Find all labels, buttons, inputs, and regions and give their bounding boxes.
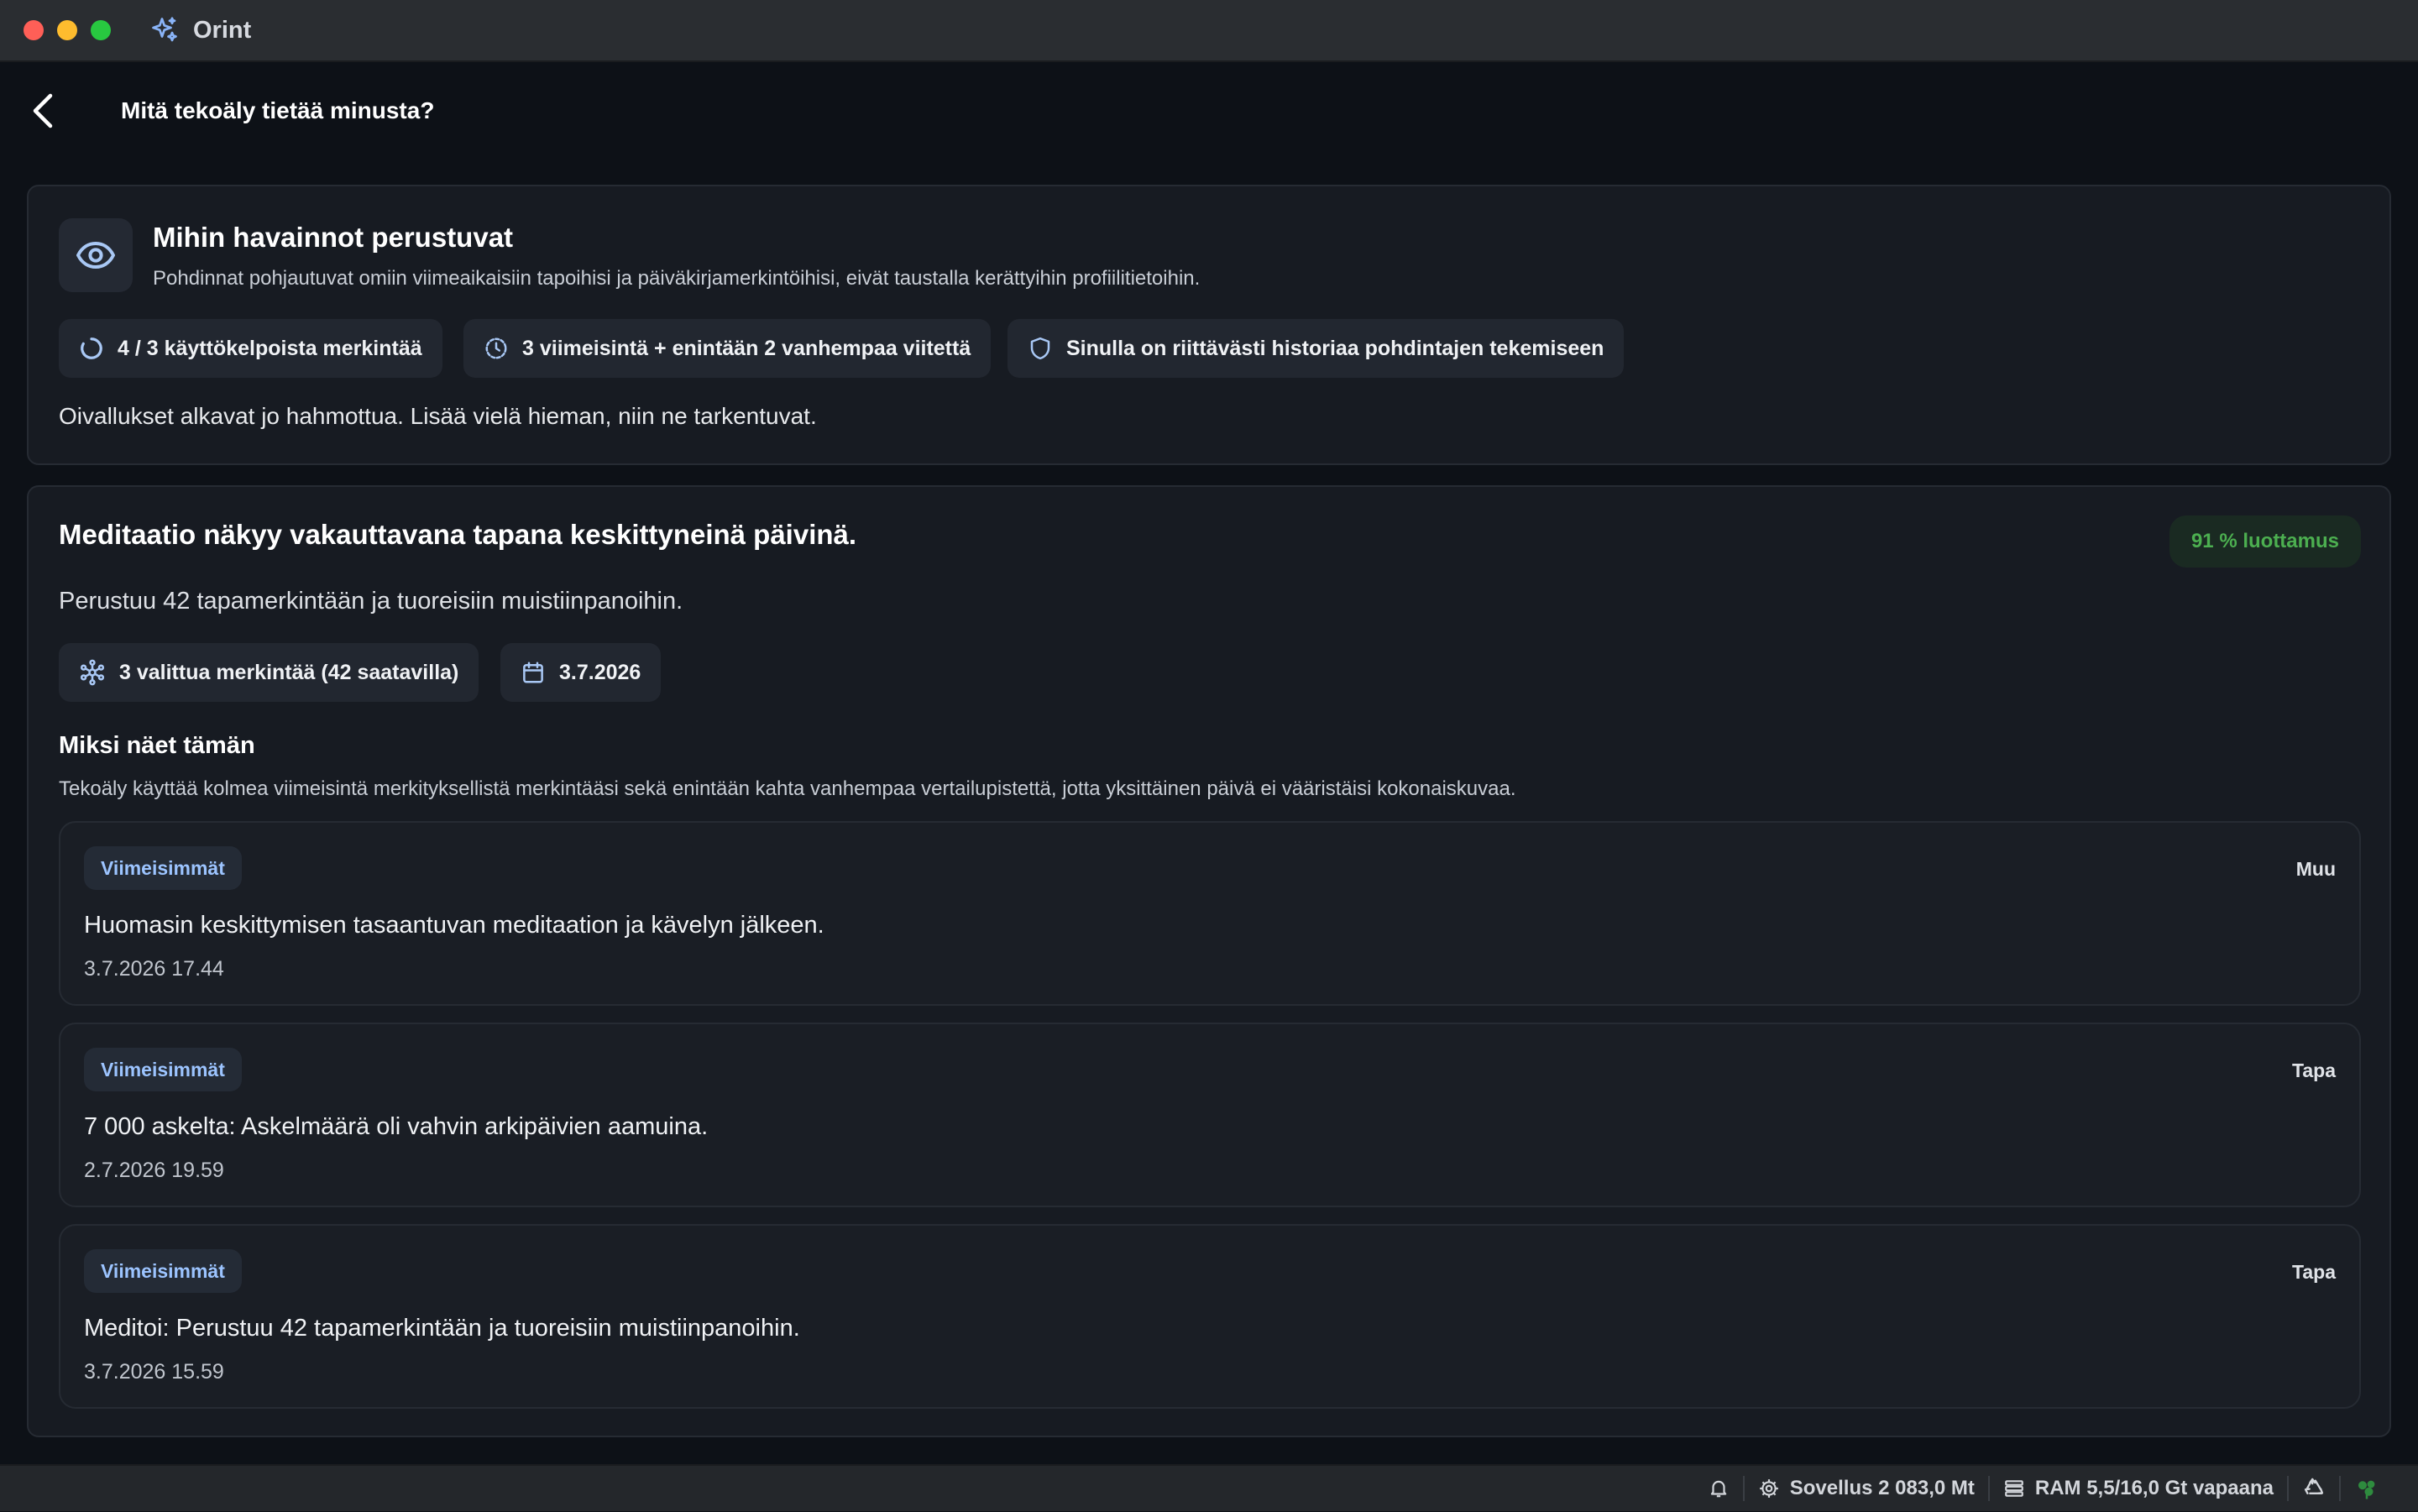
memory-stack-icon	[2005, 1480, 2023, 1497]
basis-subtitle: Pohdinnat pohjautuvat omiin viimeaikaisi…	[153, 267, 1201, 290]
page-title: Mitä tekoäly tietää minusta?	[121, 97, 435, 123]
notifications-button[interactable]	[1694, 1465, 1743, 1512]
why-text: Tekoäly käyttää kolmea viimeisintä merki…	[59, 777, 1516, 800]
chip-label: 3 viimeisintä + enintään 2 vanhempaa vii…	[522, 336, 971, 360]
basis-message: Oivallukset alkavat jo hahmottua. Lisää …	[59, 403, 817, 429]
entry-date: 3.7.2026 17.44	[84, 957, 224, 981]
entry-text: Meditoi: Perustuu 42 tapamerkintään ja t…	[84, 1315, 800, 1342]
usable-entries-chip: 4 / 3 käyttökelpoista merkintää	[59, 319, 442, 378]
zoom-window-button[interactable]	[91, 20, 111, 40]
network-icon	[80, 659, 105, 686]
list-item[interactable]: Viimeisimmät Tapa Meditoi: Perustuu 42 t…	[59, 1224, 2361, 1409]
entry-text: 7 000 askelta: Askelmäärä oli vahvin ark…	[84, 1113, 709, 1140]
ram-label: RAM 5,5/16,0 Gt vapaana	[2034, 1477, 2274, 1499]
window-controls	[24, 20, 111, 40]
entry-date: 3.7.2026 15.59	[84, 1360, 224, 1384]
progress-ring-icon	[81, 337, 102, 359]
shield-icon	[1030, 337, 1050, 360]
entry-tag: Viimeisimmät	[84, 1048, 242, 1091]
insight-description: Perustuu 42 tapamerkintään ja tuoreisiin…	[59, 588, 683, 615]
calendar-icon	[523, 662, 543, 683]
history-status-chip: Sinulla on riittävästi historiaa pohdint…	[1008, 319, 1625, 378]
date-chip: 3.7.2026	[500, 643, 662, 702]
list-item[interactable]: Viimeisimmät Muu Huomasin keskittymisen …	[59, 821, 2361, 1006]
chevron-left-icon	[33, 93, 53, 128]
references-chip: 3 viimeisintä + enintään 2 vanhempaa vii…	[463, 319, 992, 378]
confidence-badge: 91 % luottamus	[2169, 515, 2361, 568]
app-name: Orint	[193, 16, 252, 44]
back-button[interactable]	[30, 89, 64, 133]
eye-icon	[59, 218, 133, 292]
window-titlebar: Orint	[0, 0, 2418, 62]
basis-title: Mihin havainnot perustuvat	[153, 222, 514, 253]
chip-label: Sinulla on riittävästi historiaa pohdint…	[1066, 336, 1604, 360]
minimize-window-button[interactable]	[57, 20, 77, 40]
ram-status: RAM 5,5/16,0 Gt vapaana	[1990, 1465, 2287, 1512]
close-window-button[interactable]	[24, 20, 44, 40]
entry-kind: Tapa	[2292, 1059, 2336, 1081]
chip-icon	[1759, 1479, 1778, 1498]
entry-kind: Muu	[2295, 858, 2336, 880]
status-bar: Sovellus 2 083,0 Mt RAM 5,5/16,0 Gt vapa…	[0, 1464, 2418, 1511]
history-clock-icon	[485, 337, 507, 359]
recycle-icon	[2304, 1478, 2324, 1494]
list-item[interactable]: Viimeisimmät Tapa 7 000 askelta: Askelmä…	[59, 1023, 2361, 1207]
entry-text: Huomasin keskittymisen tasaantuvan medit…	[84, 912, 824, 939]
selected-entries-chip: 3 valittua merkintää (42 saatavilla)	[59, 643, 479, 702]
sprout-icon	[2358, 1480, 2375, 1499]
insight-card: Meditaatio näkyy vakauttavana tapana kes…	[27, 485, 2391, 1437]
page-header: Mitä tekoäly tietää minusta?	[0, 64, 2418, 158]
app-memory-label: Sovellus 2 083,0 Mt	[1789, 1477, 1975, 1499]
chip-label: 3.7.2026	[559, 660, 641, 684]
recycle-button[interactable]	[2289, 1465, 2339, 1512]
why-title: Miksi näet tämän	[59, 732, 255, 759]
app-memory-status: Sovellus 2 083,0 Mt	[1745, 1465, 1988, 1512]
sparkles-icon	[149, 15, 180, 45]
chip-label: 4 / 3 käyttökelpoista merkintää	[118, 336, 422, 360]
bell-icon	[1710, 1480, 1726, 1498]
insight-title: Meditaatio näkyy vakauttavana tapana kes…	[59, 519, 857, 550]
entry-tag: Viimeisimmät	[84, 1249, 242, 1293]
status-indicator[interactable]	[2341, 1465, 2393, 1512]
chip-label: 3 valittua merkintää (42 saatavilla)	[119, 660, 459, 684]
entry-tag: Viimeisimmät	[84, 846, 242, 890]
entry-date: 2.7.2026 19.59	[84, 1159, 224, 1182]
basis-card: Mihin havainnot perustuvat Pohdinnat poh…	[27, 185, 2391, 465]
entry-kind: Tapa	[2292, 1261, 2336, 1283]
